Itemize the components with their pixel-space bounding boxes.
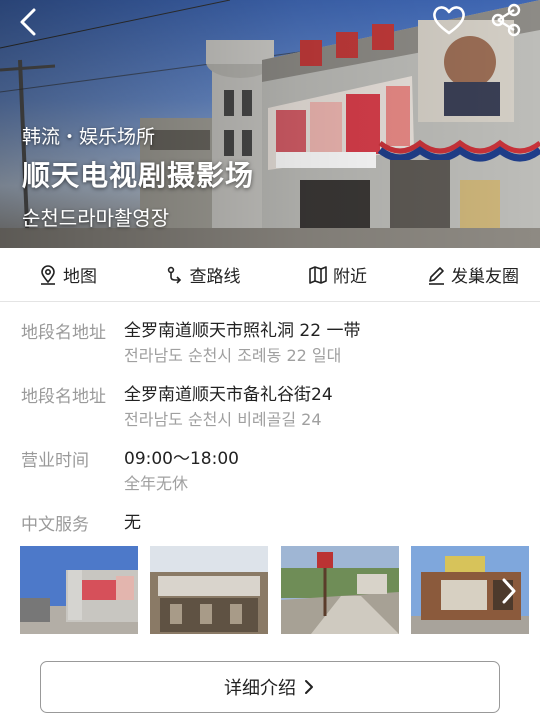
post-moment-button[interactable]: 发巢友圈 xyxy=(405,248,540,301)
address-korean: 전라남도 순천시 비례골길 24 xyxy=(124,410,322,429)
photo-strip xyxy=(20,546,540,634)
place-title: 顺天电视剧摄影场 xyxy=(22,159,255,192)
photo-thumbnail[interactable] xyxy=(20,546,138,634)
opening-hours: 09:00～18:00 xyxy=(124,449,239,469)
favorite-button[interactable] xyxy=(430,2,468,38)
info-row-address-1: 地段名地址 全罗南道顺天市照礼洞 22 一带 전라남도 순천시 조례동 22 일… xyxy=(0,318,540,368)
post-moment-button-label: 发巢友圈 xyxy=(451,267,519,287)
share-icon xyxy=(491,3,521,37)
photo-next-button[interactable] xyxy=(496,576,520,606)
hero-banner: 韩流・娱乐场所 顺天电视剧摄影场 순천드라마촬영장 xyxy=(0,0,540,248)
chevron-right-icon xyxy=(305,680,313,694)
photo-thumbnail[interactable] xyxy=(281,546,399,634)
info-label: 中文服务 xyxy=(21,515,89,535)
map-button-label: 地图 xyxy=(63,267,97,287)
heart-icon xyxy=(433,6,465,35)
info-row-address-2: 地段名地址 全罗南道顺天市备礼谷街24 전라남도 순천시 비례골길 24 xyxy=(0,382,540,432)
address-korean: 전라남도 순천시 조례동 22 일대 xyxy=(124,346,342,365)
chevron-right-icon xyxy=(502,578,516,604)
chinese-service-value: 无 xyxy=(124,513,141,533)
nearby-button[interactable]: 附近 xyxy=(270,248,405,301)
action-bar: 地图 查路线 附近 发巢友圈 xyxy=(0,248,540,302)
route-icon xyxy=(167,266,181,284)
place-category: 韩流・娱乐场所 xyxy=(22,126,156,148)
info-label: 地段名地址 xyxy=(21,387,106,407)
pencil-icon xyxy=(429,266,444,285)
address-chinese: 全罗南道顺天市照礼洞 22 一带 xyxy=(124,321,361,341)
route-button[interactable]: 查路线 xyxy=(135,248,270,301)
place-subtitle: 순천드라마촬영장 xyxy=(22,206,170,230)
info-row-hours: 营业时间 09:00～18:00 全年无休 xyxy=(0,446,540,496)
detail-intro-button[interactable]: 详细介绍 xyxy=(40,661,500,713)
map-button[interactable]: 地图 xyxy=(0,248,135,301)
address-chinese: 全罗南道顺天市备礼谷街24 xyxy=(124,385,333,405)
place-info: 地段名地址 全罗南道顺天市照礼洞 22 一带 전라남도 순천시 조례동 22 일… xyxy=(0,318,540,550)
closed-days: 全年无休 xyxy=(124,474,189,493)
info-label: 营业时间 xyxy=(21,451,89,471)
detail-intro-label: 详细介绍 xyxy=(224,678,296,699)
info-row-chinese-service: 中文服务 无 xyxy=(0,510,540,536)
info-label: 地段名地址 xyxy=(21,323,106,343)
chevron-left-icon xyxy=(20,8,36,36)
share-button[interactable] xyxy=(486,2,526,38)
folded-map-icon xyxy=(309,265,327,284)
photo-image xyxy=(281,546,399,634)
back-button[interactable] xyxy=(12,4,48,40)
photo-image xyxy=(20,546,138,634)
route-button-label: 查路线 xyxy=(189,267,241,287)
photo-image xyxy=(150,546,268,634)
map-pin-icon xyxy=(41,264,55,285)
photo-thumbnail[interactable] xyxy=(150,546,268,634)
nearby-button-label: 附近 xyxy=(333,267,367,287)
